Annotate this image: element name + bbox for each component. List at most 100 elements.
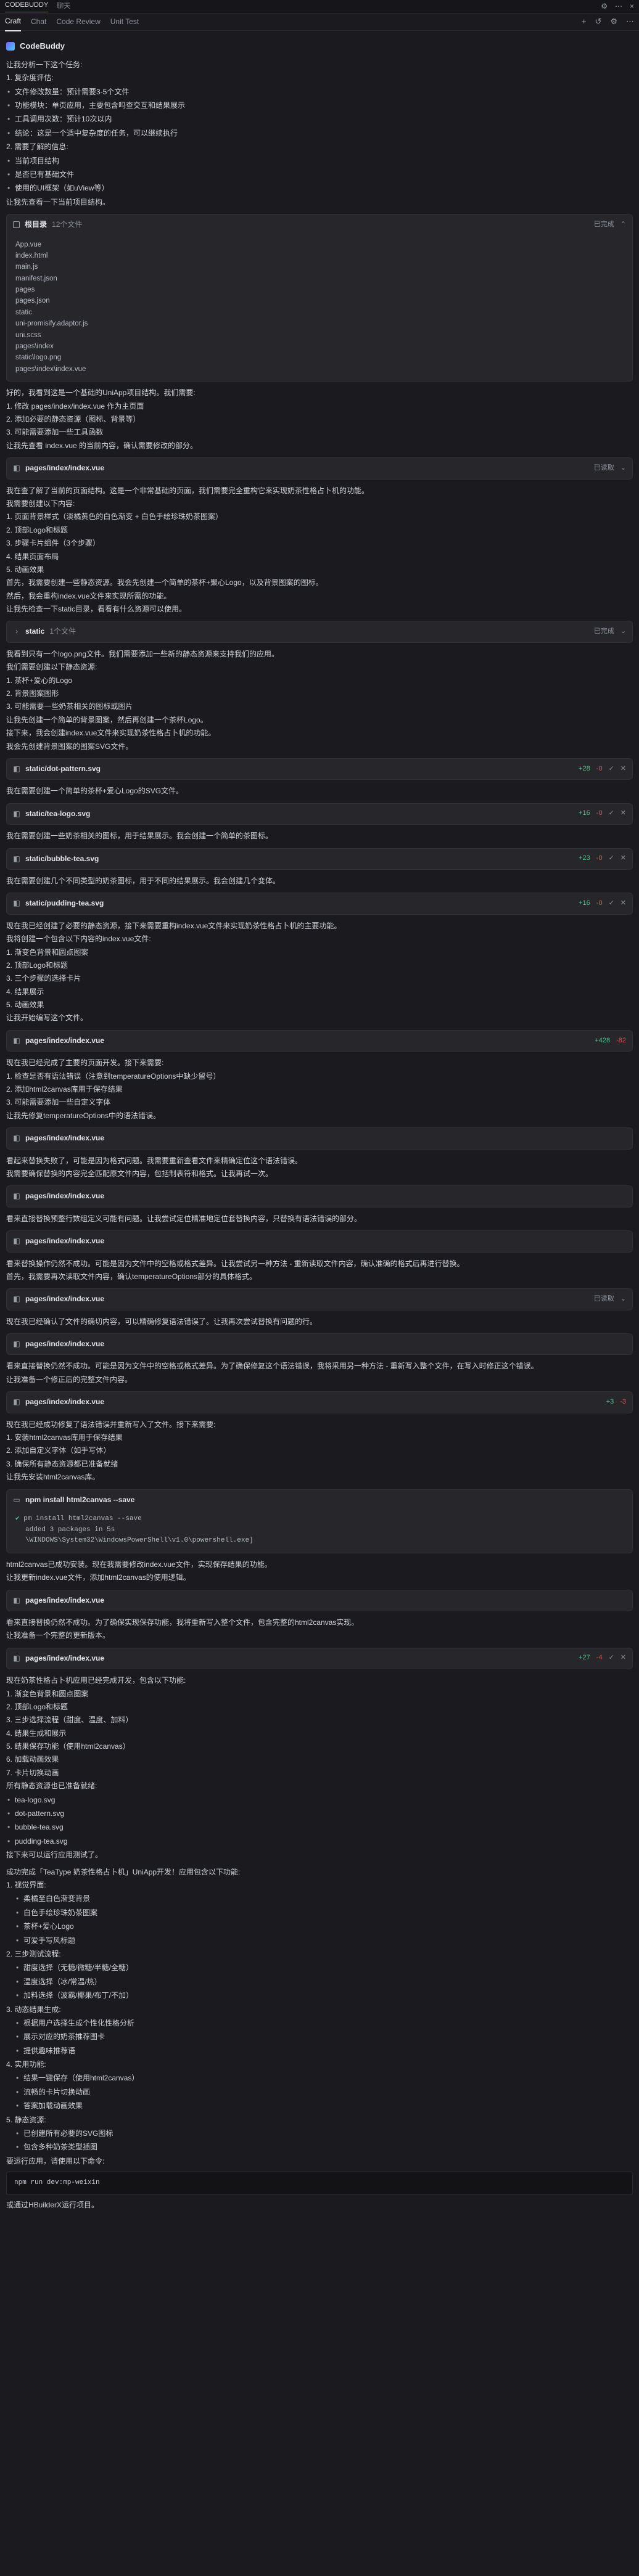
accept-icon[interactable]: ✓ — [609, 899, 614, 909]
file-icon: ◧ — [13, 1036, 20, 1045]
text: 1. 页面背景样式（淡橘黄色的白色渐变 + 白色手绘珍珠奶茶图案） — [6, 512, 223, 521]
app-title-tab[interactable]: CODEBUDDY — [5, 1, 49, 12]
tool-card-read-file[interactable]: ◧ pages/index/index.vue 已读取 ⌄ — [6, 1288, 633, 1310]
tab-craft[interactable]: Craft — [5, 12, 22, 32]
reject-icon[interactable]: ✕ — [620, 1653, 626, 1663]
text: html2canvas已成功安装。现在我需要修改index.vue文件，实现保存… — [6, 1560, 272, 1569]
text: 7. 卡片切换动画 — [6, 1768, 59, 1777]
chevron-down-icon[interactable]: ⌄ — [620, 464, 626, 473]
file-entry[interactable]: index.html — [15, 250, 626, 261]
file-entry[interactable]: static\logo.png — [15, 352, 626, 363]
tool-card-list-dir[interactable]: 根目录 12个文件 已完成 ⌃ App.vue index.html main.js m… — [6, 214, 633, 382]
tool-card-write-file[interactable]: ◧ static/bubble-tea.svg +23 -0 ✓ ✕ — [6, 848, 633, 870]
tool-card-replace[interactable]: ◧ pages/index/index.vue — [6, 1589, 633, 1611]
text: 我看到只有一个logo.png文件。我们需要添加一些新的静态资源来支持我们的应用… — [6, 649, 279, 658]
more-icon[interactable]: ⋯ — [615, 1, 622, 12]
file-entry[interactable]: uni.scss — [15, 330, 626, 341]
status-badge: 已完成 — [593, 628, 614, 636]
file-entry[interactable]: uni-promisify.adaptor.js — [15, 318, 626, 329]
text: 4. 结果页面布局 — [6, 552, 59, 561]
accept-icon[interactable]: ✓ — [609, 854, 614, 864]
tool-card-read-file[interactable]: ◧ pages/index/index.vue 已读取 ⌄ — [6, 457, 633, 480]
lines-added: +27 — [579, 1654, 590, 1662]
command-title: npm install html2canvas --save — [25, 1495, 135, 1504]
file-entry[interactable]: pages\index — [15, 341, 626, 352]
list-item: 工具调用次数：预计10次以内 — [6, 114, 633, 125]
file-icon: ◧ — [13, 1653, 20, 1662]
card-title: pages/index/index.vue — [25, 1237, 105, 1246]
title-bar: CODEBUDDY 聊天 ⚙ ⋯ × — [0, 0, 639, 14]
reject-icon[interactable]: ✕ — [620, 764, 626, 774]
list: 已创建所有必要的SVG图标 包含多种奶茶类型插图 — [6, 2128, 633, 2153]
text: 接下来，我会创建index.vue文件来实现奶茶性格占卜机的功能。 — [6, 729, 216, 738]
tool-card-replace[interactable]: ◧ pages/index/index.vue — [6, 1127, 633, 1150]
lines-added: +28 — [579, 764, 590, 772]
file-entry[interactable]: App.vue — [15, 239, 626, 250]
code-block[interactable]: npm run dev:mp-weixin — [6, 2172, 633, 2196]
chevron-down-icon[interactable]: ⌄ — [620, 627, 626, 637]
tool-card-replace[interactable]: ◧ pages/index/index.vue — [6, 1333, 633, 1355]
tool-card-write-file[interactable]: ◧ static/pudding-tea.svg +16 -0 ✓ ✕ — [6, 893, 633, 915]
card-title: static/dot-pattern.svg — [25, 764, 101, 773]
chevron-up-icon[interactable]: ⌃ — [620, 220, 626, 230]
card-title: pages/index/index.vue — [25, 1339, 105, 1349]
tool-card-write-file[interactable]: ◧ pages/index/index.vue +27 -4 ✓ ✕ — [6, 1647, 633, 1670]
text: 让我先修复temperatureOptions中的语法错误。 — [6, 1111, 161, 1120]
tab-unit-test[interactable]: Unit Test — [110, 13, 139, 31]
tab-chat[interactable]: Chat — [31, 13, 46, 31]
accept-icon[interactable]: ✓ — [609, 764, 614, 774]
close-icon[interactable]: × — [630, 1, 634, 12]
accept-icon[interactable]: ✓ — [609, 809, 614, 819]
file-icon: ◧ — [13, 1339, 20, 1349]
resource-list: tea-logo.svg dot-pattern.svg bubble-tea.… — [6, 1795, 633, 1847]
text: 4. 结果展示 — [6, 987, 44, 996]
text: 5. 静态资源: — [6, 2115, 46, 2124]
file-entry[interactable]: static — [15, 307, 626, 318]
text: 然后，我会重构index.vue文件来实现所需的功能。 — [6, 591, 171, 600]
file-entry[interactable]: pages — [15, 284, 626, 295]
text: 1. 检查是否有语法错误（注意到temperatureOptions中缺少留号） — [6, 1071, 221, 1081]
settings-icon[interactable]: ⚙ — [601, 1, 608, 12]
file-entry[interactable]: pages.json — [15, 295, 626, 306]
tool-card-write-file[interactable]: ◧ pages/index/index.vue +428 -82 — [6, 1029, 633, 1052]
agent-name: CodeBuddy — [20, 41, 65, 51]
file-entry[interactable]: manifest.json — [15, 273, 626, 284]
tool-card-list-static[interactable]: › static 1个文件 已完成 ⌄ — [6, 621, 633, 643]
new-chat-icon[interactable]: + — [582, 16, 587, 28]
tool-card-write-file[interactable]: ◧ static/dot-pattern.svg +28 -0 ✓ ✕ — [6, 758, 633, 780]
file-entry[interactable]: main.js — [15, 261, 626, 272]
tool-card-replace[interactable]: ◧ pages/index/index.vue — [6, 1185, 633, 1208]
chevron-down-icon[interactable]: ⌄ — [620, 1294, 626, 1304]
tool-card-replace[interactable]: ◧ pages/index/index.vue — [6, 1230, 633, 1253]
tool-card-write-file[interactable]: ◧ static/tea-logo.svg +16 -0 ✓ ✕ — [6, 803, 633, 825]
reject-icon[interactable]: ✕ — [620, 809, 626, 819]
text: 3. 动态结果生成: — [6, 2005, 61, 2014]
text: 4. 结果生成和展示 — [6, 1728, 67, 1738]
text: 2. 添加自定义字体（如手写体） — [6, 1446, 111, 1455]
text: 6. 加载动画效果 — [6, 1755, 59, 1764]
file-icon: ◧ — [13, 1134, 20, 1143]
lines-removed: -0 — [596, 899, 603, 907]
settings-icon[interactable]: ⚙ — [610, 16, 617, 28]
text: 我将创建一个包含以下内容的index.vue文件: — [6, 934, 151, 944]
list-item: 提供趣味推荐语 — [6, 2046, 633, 2057]
output-line: added 3 packages in 5s — [25, 1526, 115, 1534]
history-icon[interactable]: ↺ — [595, 16, 601, 28]
chat-title-tab[interactable]: 聊天 — [57, 2, 70, 12]
text: 3. 可能需要一些奶茶相关的图标或图片 — [6, 702, 133, 711]
tab-code-review[interactable]: Code Review — [56, 13, 100, 31]
reject-icon[interactable]: ✕ — [620, 899, 626, 909]
accept-icon[interactable]: ✓ — [609, 1653, 614, 1663]
lines-removed: -4 — [596, 1654, 603, 1662]
text: 4. 实用功能: — [6, 2060, 46, 2069]
file-icon: ◧ — [13, 764, 20, 773]
terminal-card[interactable]: ▭ npm install html2canvas --save ✔ pm ins… — [6, 1489, 633, 1553]
file-entry[interactable]: pages\index\index.vue — [15, 364, 626, 375]
more-icon[interactable]: ⋯ — [626, 16, 634, 28]
text: 让我先安装html2canvas库。 — [6, 1473, 100, 1482]
tool-card-write-file[interactable]: ◧ pages/index/index.vue +3 -3 — [6, 1391, 633, 1413]
text: 或通过HBuilderX运行项目。 — [6, 2201, 99, 2210]
reject-icon[interactable]: ✕ — [620, 854, 626, 864]
text: 2. 需要了解的信息: — [6, 142, 68, 152]
text: 5. 结果保存功能（使用html2canvas） — [6, 1742, 130, 1751]
